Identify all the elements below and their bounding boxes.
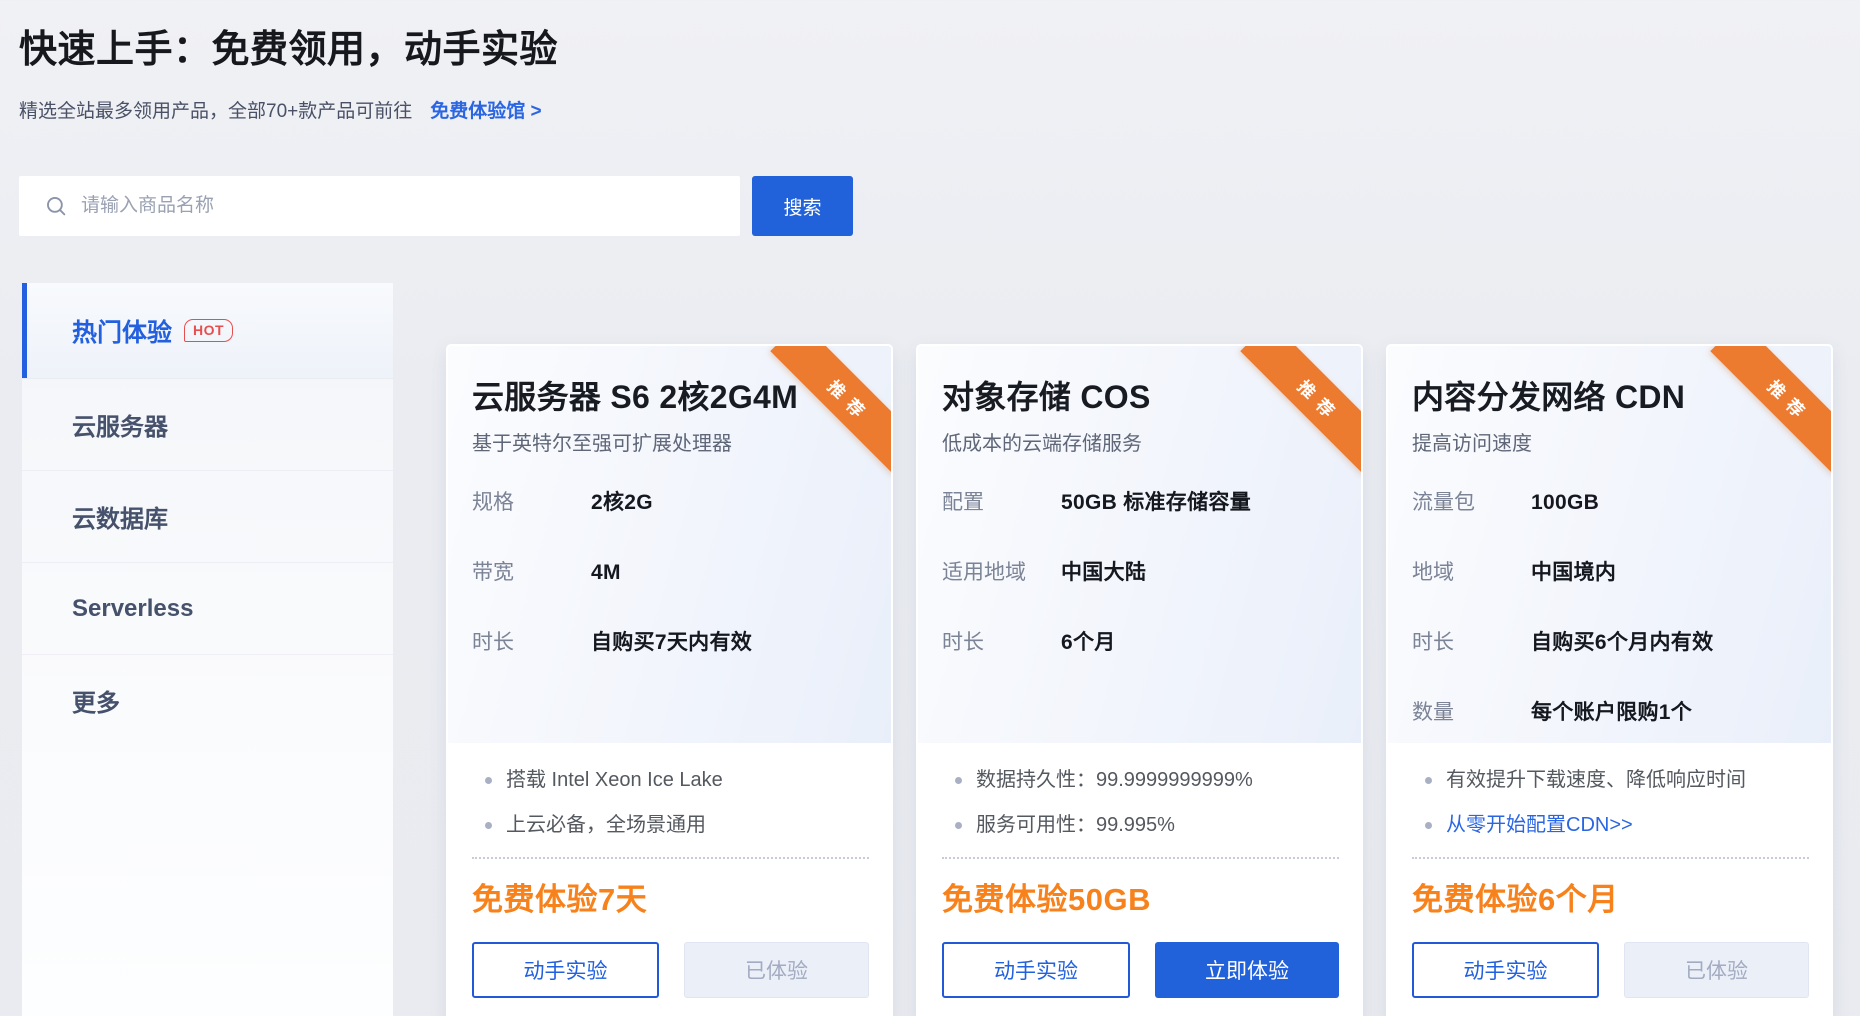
spec-value: 2核2G <box>591 489 653 517</box>
card-actions: 动手实验 已体验 <box>1412 942 1809 998</box>
spec-label: 配置 <box>942 489 1061 517</box>
feature-bullet: 有效提升下载速度、降低响应时间 <box>1412 767 1809 794</box>
try-now-button[interactable]: 立即体验 <box>1155 942 1339 998</box>
free-experience-hall-link[interactable]: 免费体验馆 > <box>430 96 541 123</box>
bullet-dot-icon <box>1425 822 1432 829</box>
spec-label: 流量包 <box>1412 489 1531 517</box>
spec-label: 时长 <box>472 629 591 657</box>
spec-value: 中国大陆 <box>1061 559 1146 587</box>
bullet-text: 有效提升下载速度、降低响应时间 <box>1446 767 1746 794</box>
feature-bullet: 从零开始配置CDN>> <box>1412 812 1809 839</box>
sidebar: 热门体验 HOT 云服务器 云数据库 Serverless 更多 <box>22 283 393 1016</box>
spec-label: 地域 <box>1412 559 1531 587</box>
card-actions: 动手实验 已体验 <box>472 942 869 998</box>
card-subtitle: 低成本的云端存储服务 <box>942 427 1339 456</box>
sidebar-item-cloud-database[interactable]: 云数据库 <box>22 470 393 562</box>
spec-value: 每个账户限购1个 <box>1531 699 1692 727</box>
dotted-divider <box>942 857 1339 859</box>
search-input[interactable] <box>81 195 721 217</box>
feature-bullet: 上云必备，全场景通用 <box>472 812 869 839</box>
hands-on-lab-button[interactable]: 动手实验 <box>1412 942 1599 998</box>
spec-list: 规格 2核2G 带宽 4M 时长 自购买7天内有效 <box>472 489 869 657</box>
search-button[interactable]: 搜索 <box>752 176 853 236</box>
bullet-text: 搭载 Intel Xeon Ice Lake <box>506 767 723 794</box>
spec-label: 数量 <box>1412 699 1531 727</box>
free-offer-label: 免费体验6个月 <box>1412 874 1809 919</box>
spec-list: 流量包 100GB 地域 中国境内 时长 自购买6个月内有效 数量 每个账户限购… <box>1412 489 1809 727</box>
card-actions: 动手实验 立即体验 <box>942 942 1339 998</box>
spec-label: 时长 <box>1412 629 1531 657</box>
bullet-dot-icon <box>485 777 492 784</box>
product-card-cos: 推荐 对象存储 COS 低成本的云端存储服务 配置 50GB 标准存储容量 适用… <box>916 344 1363 1016</box>
free-offer-label: 免费体验7天 <box>472 874 869 919</box>
sidebar-item-label: 云服务器 <box>72 407 168 442</box>
sidebar-item-label: 云数据库 <box>72 499 168 534</box>
sidebar-item-label: 热门体验 <box>72 313 172 349</box>
sidebar-item-serverless[interactable]: Serverless <box>22 562 393 654</box>
spec-row: 地域 中国境内 <box>1412 559 1809 587</box>
spec-row: 数量 每个账户限购1个 <box>1412 699 1809 727</box>
already-tried-button[interactable]: 已体验 <box>684 942 869 998</box>
bullet-dot-icon <box>1425 777 1432 784</box>
spec-value: 50GB 标准存储容量 <box>1061 489 1251 517</box>
spec-value: 中国境内 <box>1531 559 1616 587</box>
feature-bullet: 搭载 Intel Xeon Ice Lake <box>472 767 869 794</box>
cdn-config-guide-link[interactable]: 从零开始配置CDN>> <box>1446 812 1633 839</box>
spec-value: 4M <box>591 559 621 587</box>
product-card-cvm: 推荐 云服务器 S6 2核2G4M 基于英特尔至强可扩展处理器 规格 2核2G … <box>446 344 893 1016</box>
spec-label: 适用地域 <box>942 559 1061 587</box>
dotted-divider <box>1412 857 1809 859</box>
sidebar-item-hot-experience[interactable]: 热门体验 HOT <box>22 283 393 378</box>
feature-bullet: 服务可用性：99.995% <box>942 812 1339 839</box>
spec-label: 时长 <box>942 629 1061 657</box>
spec-row: 流量包 100GB <box>1412 489 1809 517</box>
bullet-dot-icon <box>485 822 492 829</box>
sidebar-item-label: Serverless <box>72 595 193 623</box>
card-body: 数据持久性：99.9999999999% 服务可用性：99.995% 免费体验5… <box>918 743 1361 1016</box>
bullet-dot-icon <box>955 777 962 784</box>
bullet-text: 服务可用性：99.995% <box>976 812 1175 839</box>
sidebar-item-more[interactable]: 更多 <box>22 654 393 746</box>
search-box <box>19 176 740 236</box>
spec-value: 自购买7天内有效 <box>591 629 752 657</box>
search-row: 搜索 <box>19 176 853 236</box>
page-title: 快速上手：免费领用，动手实验 <box>19 18 558 73</box>
spec-label: 带宽 <box>472 559 591 587</box>
spec-value: 6个月 <box>1061 629 1116 657</box>
hands-on-lab-button[interactable]: 动手实验 <box>472 942 659 998</box>
page-subtitle-row: 精选全站最多领用产品，全部70+款产品可前往 免费体验馆 > <box>19 96 542 123</box>
spec-label: 规格 <box>472 489 591 517</box>
spec-row: 适用地域 中国大陆 <box>942 559 1339 587</box>
spec-value: 自购买6个月内有效 <box>1531 629 1713 657</box>
spec-row: 时长 自购买7天内有效 <box>472 629 869 657</box>
card-body: 有效提升下载速度、降低响应时间 从零开始配置CDN>> 免费体验6个月 动手实验… <box>1388 743 1831 1016</box>
sidebar-item-label: 更多 <box>72 683 120 718</box>
card-subtitle: 提高访问速度 <box>1412 427 1809 456</box>
search-icon <box>45 195 67 217</box>
hands-on-lab-button[interactable]: 动手实验 <box>942 942 1130 998</box>
bullet-text: 上云必备，全场景通用 <box>506 812 706 839</box>
spec-row: 规格 2核2G <box>472 489 869 517</box>
bullet-text: 数据持久性：99.9999999999% <box>976 767 1253 794</box>
spec-list: 配置 50GB 标准存储容量 适用地域 中国大陆 时长 6个月 <box>942 489 1339 657</box>
free-offer-label: 免费体验50GB <box>942 874 1339 919</box>
spec-row: 带宽 4M <box>472 559 869 587</box>
card-body: 搭载 Intel Xeon Ice Lake 上云必备，全场景通用 免费体验7天… <box>448 743 891 1016</box>
sidebar-item-cloud-server[interactable]: 云服务器 <box>22 378 393 470</box>
feature-bullet: 数据持久性：99.9999999999% <box>942 767 1339 794</box>
already-tried-button[interactable]: 已体验 <box>1624 942 1809 998</box>
spec-row: 时长 6个月 <box>942 629 1339 657</box>
bullet-dot-icon <box>955 822 962 829</box>
card-subtitle: 基于英特尔至强可扩展处理器 <box>472 427 869 456</box>
product-card-list: 推荐 云服务器 S6 2核2G4M 基于英特尔至强可扩展处理器 规格 2核2G … <box>446 344 1833 1016</box>
spec-row: 配置 50GB 标准存储容量 <box>942 489 1339 517</box>
hot-badge: HOT <box>184 319 233 342</box>
product-card-cdn: 推荐 内容分发网络 CDN 提高访问速度 流量包 100GB 地域 中国境内 时… <box>1386 344 1833 1016</box>
dotted-divider <box>472 857 869 859</box>
spec-row: 时长 自购买6个月内有效 <box>1412 629 1809 657</box>
page-subtitle: 精选全站最多领用产品，全部70+款产品可前往 <box>19 96 412 123</box>
spec-value: 100GB <box>1531 489 1599 517</box>
